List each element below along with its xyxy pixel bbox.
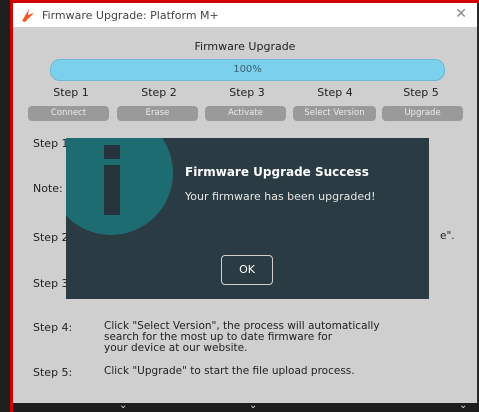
page-heading: Firmware Upgrade — [194, 40, 296, 53]
instruction-step-2-text: e". — [440, 230, 455, 242]
titlebar: Firmware Upgrade: Platform M+ ✕ — [13, 3, 477, 27]
progress-label: 100% — [233, 64, 262, 75]
dialog-title: Firmware Upgrade Success — [185, 165, 369, 179]
step-5-label: Step 5 — [403, 86, 439, 99]
instruction-step-5-line-1: Click "Upgrade" to start the file upload… — [104, 365, 355, 377]
instruction-step-4-label: Step 4: — [33, 321, 73, 334]
step-2-label: Step 2 — [141, 86, 177, 99]
chevron-down-icon[interactable]: ⌄ — [119, 400, 127, 411]
upgrade-button[interactable]: Upgrade — [382, 106, 463, 121]
select-version-button[interactable]: Select Version — [293, 106, 376, 121]
instruction-step-5-label: Step 5: — [33, 366, 73, 379]
success-dialog: Firmware Upgrade Success Your firmware h… — [66, 138, 429, 299]
progress-bar: 100% — [50, 59, 445, 81]
step-1-label: Step 1 — [53, 86, 89, 99]
window-title: Firmware Upgrade: Platform M+ — [42, 8, 219, 22]
info-icon — [66, 138, 173, 235]
erase-button[interactable]: Erase — [117, 106, 198, 121]
ok-button[interactable]: OK — [221, 255, 273, 285]
info-icon-dot — [104, 145, 120, 159]
instruction-step-2-label: Step 2 — [33, 231, 69, 244]
instruction-step-1-label: Step 1 — [33, 137, 69, 150]
close-icon[interactable]: ✕ — [455, 6, 467, 22]
info-icon-stem — [104, 165, 120, 215]
instruction-step-3-label: Step 3 — [33, 277, 69, 290]
activate-button[interactable]: Activate — [205, 106, 286, 121]
app-icon — [22, 9, 34, 22]
instruction-step-4-line-3: your device at our website. — [104, 342, 248, 354]
step-4-label: Step 4 — [317, 86, 353, 99]
connect-button[interactable]: Connect — [28, 106, 109, 121]
bottom-taskbar: ⌄ ⌄ ⌄ — [13, 400, 479, 412]
dialog-message: Your firmware has been upgraded! — [185, 190, 376, 203]
instruction-note-label: Note: — [33, 182, 63, 195]
chevron-down-icon[interactable]: ⌄ — [249, 400, 257, 411]
step-3-label: Step 3 — [229, 86, 265, 99]
chevron-down-icon[interactable]: ⌄ — [459, 400, 467, 411]
